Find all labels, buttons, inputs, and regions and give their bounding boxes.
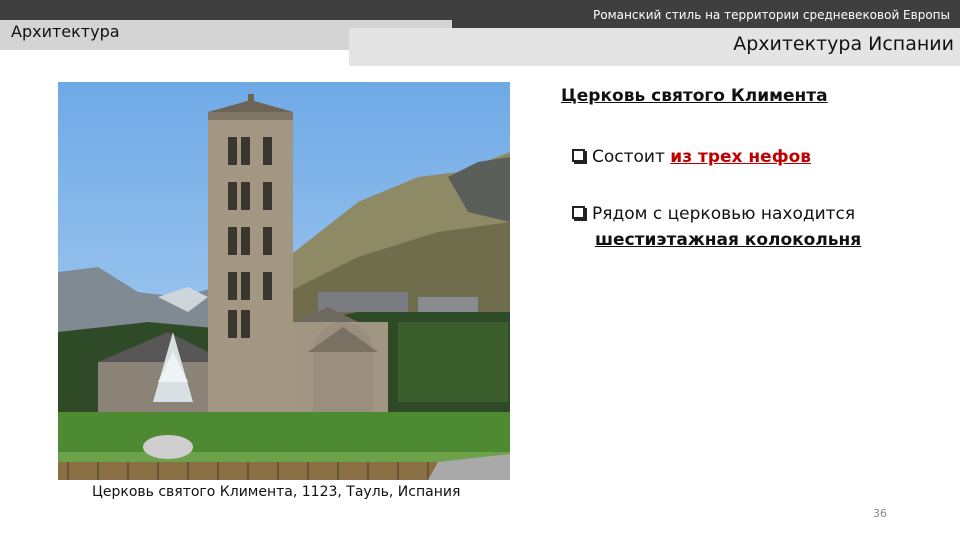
bullet-highlight: шестиэтажная колокольня (595, 230, 862, 250)
photo-caption: Церковь святого Климента, 1123, Тауль, И… (92, 484, 461, 500)
bullet-item: Рядом с церковью находится шестиэтажная … (572, 201, 861, 253)
bullet-item: Состоит из трех нефов (572, 144, 811, 170)
checkbox-bullet-icon (572, 149, 585, 162)
series-title: Романский стиль на территории средневеко… (593, 8, 950, 22)
bullet-text: Состоит (592, 147, 671, 167)
section-title: Архитектура (11, 22, 120, 41)
slide-heading: Церковь святого Климента (561, 86, 828, 106)
topic-title: Архитектура Испании (733, 33, 954, 55)
bullet-text: Рядом с церковью находится (592, 204, 856, 224)
bullet-highlight: из трех нефов (670, 147, 812, 167)
church-photo (58, 82, 510, 480)
page-number: 36 (873, 507, 887, 520)
checkbox-bullet-icon (572, 206, 585, 219)
